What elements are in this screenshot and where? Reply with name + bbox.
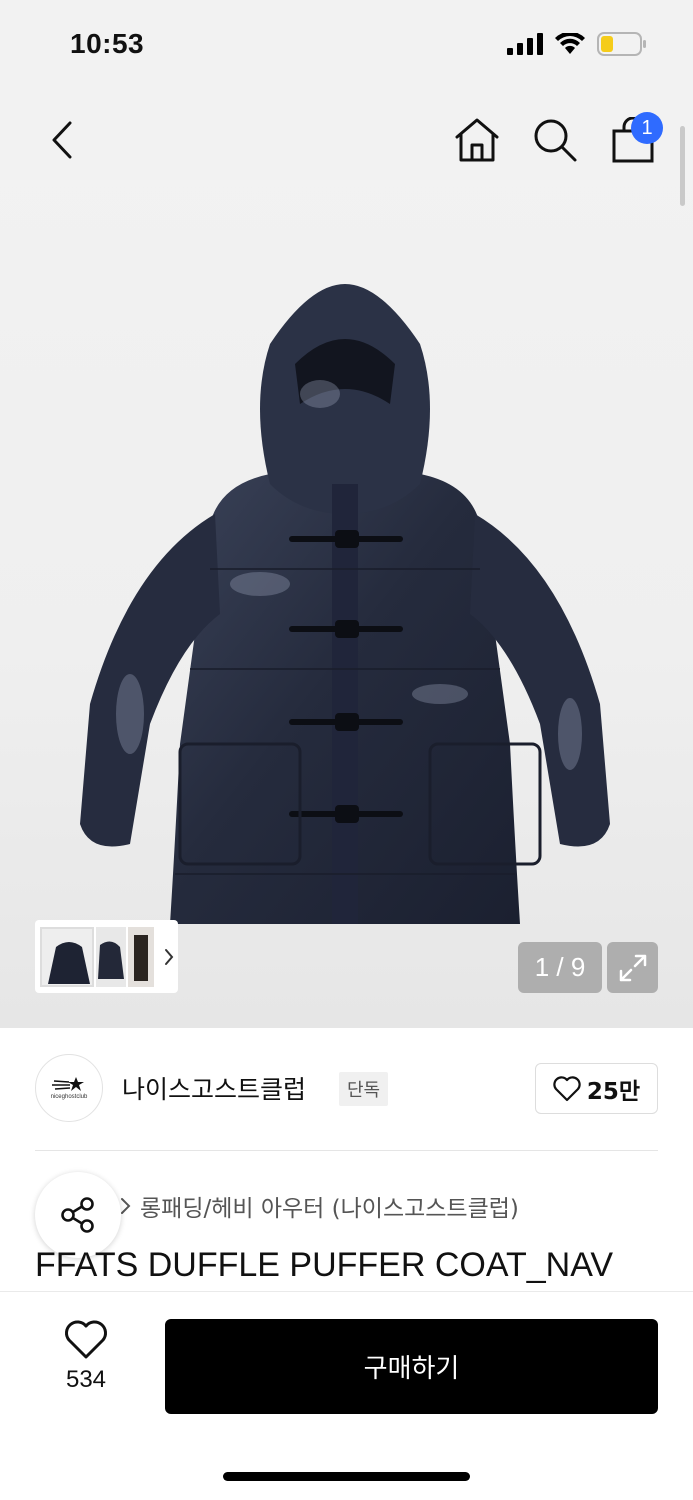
battery-icon [597, 32, 646, 56]
search-icon [534, 119, 577, 162]
status-time: 10:53 [70, 28, 145, 59]
thumbnail[interactable] [128, 926, 154, 987]
back-button[interactable] [40, 118, 84, 162]
home-icon [455, 118, 499, 162]
exclusive-badge: 단독 [339, 1072, 389, 1106]
wifi-icon [555, 33, 585, 54]
expand-icon [619, 954, 646, 981]
chevron-right-icon [165, 948, 174, 965]
product-image [80, 284, 610, 924]
heart-icon [65, 1320, 107, 1359]
wishlist-count: 534 [65, 1366, 107, 1393]
breadcrumb[interactable]: 롱패딩/헤비 아우터 (나이스고스트클럽) [120, 1189, 519, 1223]
brand-logo[interactable]: niceghostclub [35, 1054, 103, 1122]
heart-icon [553, 1075, 581, 1101]
expand-button[interactable] [607, 942, 658, 993]
thumbnail[interactable] [96, 926, 126, 987]
product-gallery[interactable]: 1 1 / 9 [0, 92, 693, 1028]
cart-count-badge: 1 [631, 112, 663, 144]
image-counter: 1 / 9 [518, 942, 602, 993]
header-actions: 1 [447, 112, 663, 168]
cart-button[interactable]: 1 [603, 112, 663, 168]
search-button[interactable] [525, 112, 585, 168]
bottom-action-bar: 534 구매하기 [0, 1291, 693, 1500]
scroll-indicator [680, 126, 685, 206]
home-button[interactable] [447, 112, 507, 168]
divider [35, 1150, 658, 1151]
brand-row: niceghostclub 나이스고스트클럽 단독 25만 [35, 1054, 658, 1124]
status-icons [507, 32, 647, 56]
brand-logo-text: niceghostclub [50, 1094, 88, 1100]
star-logo-icon [52, 1077, 84, 1091]
buy-button[interactable]: 구매하기 [165, 1319, 658, 1414]
wishlist-button[interactable]: 534 [40, 1320, 132, 1400]
chevron-right-icon [121, 1198, 131, 1214]
status-bar: 10:53 [0, 0, 693, 92]
brand-like-count: 25만 [586, 1078, 641, 1105]
brand-like-button[interactable]: 25만 [535, 1063, 658, 1114]
signal-icon [507, 33, 543, 55]
share-icon [61, 1197, 94, 1233]
home-indicator [223, 1472, 470, 1481]
thumbnail-strip[interactable] [35, 920, 178, 993]
brand-name[interactable]: 나이스고스트클럽 [122, 1070, 306, 1106]
thumbnail[interactable] [40, 926, 94, 987]
chevron-left-icon [52, 121, 72, 159]
product-title: FFATS DUFFLE PUFFER COAT_NAV [35, 1246, 614, 1284]
category-link[interactable]: 롱패딩/헤비 아우터 (나이스고스트클럽) [140, 1189, 519, 1223]
